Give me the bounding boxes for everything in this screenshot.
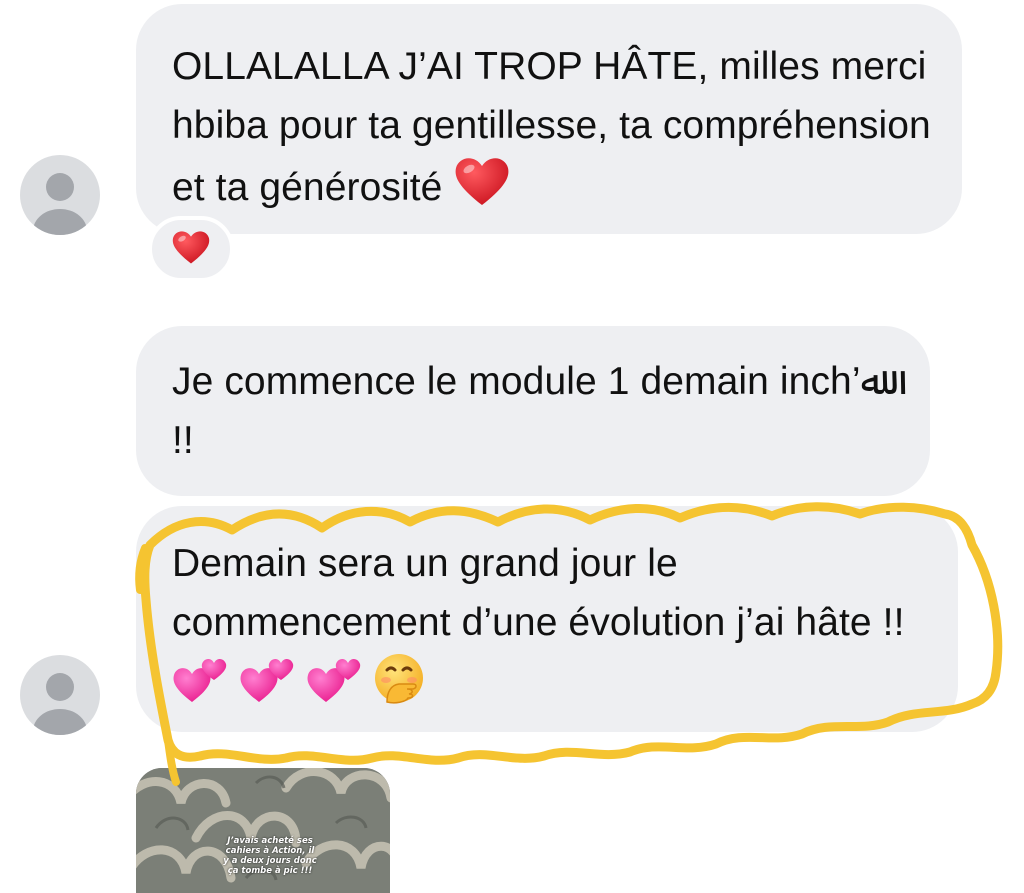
default-user-icon	[33, 173, 87, 235]
message-text: Je commence le module 1 demain inch’ﷲ !!	[172, 360, 895, 462]
message-bubble[interactable]: Je commence le module 1 demain inch’ﷲ !!	[136, 326, 930, 496]
reaction-badge[interactable]	[148, 216, 234, 282]
story-caption: J’avais acheté ses cahiers à Action, il …	[223, 836, 317, 876]
message-text: Demain sera un grand jour le commencemen…	[172, 542, 905, 644]
default-user-icon	[33, 673, 87, 735]
face-with-hand-over-mouth-emoji	[373, 654, 425, 706]
two-hearts-emoji	[239, 658, 295, 706]
avatar[interactable]	[20, 155, 100, 235]
heart-emoji	[453, 158, 511, 209]
avatar[interactable]	[20, 655, 100, 735]
story-reply-image[interactable]: J’avais acheté ses cahiers à Action, il …	[136, 768, 390, 893]
heart-emoji	[171, 229, 211, 270]
message-text: OLLALALLA J’AI TROP HÂTE, milles merci h…	[172, 45, 942, 209]
two-hearts-emoji	[172, 658, 228, 706]
two-hearts-emoji	[306, 658, 362, 706]
message-bubble[interactable]: Demain sera un grand jour le commencemen…	[136, 506, 958, 732]
message-bubble[interactable]: OLLALALLA J’AI TROP HÂTE, milles merci h…	[136, 4, 962, 234]
